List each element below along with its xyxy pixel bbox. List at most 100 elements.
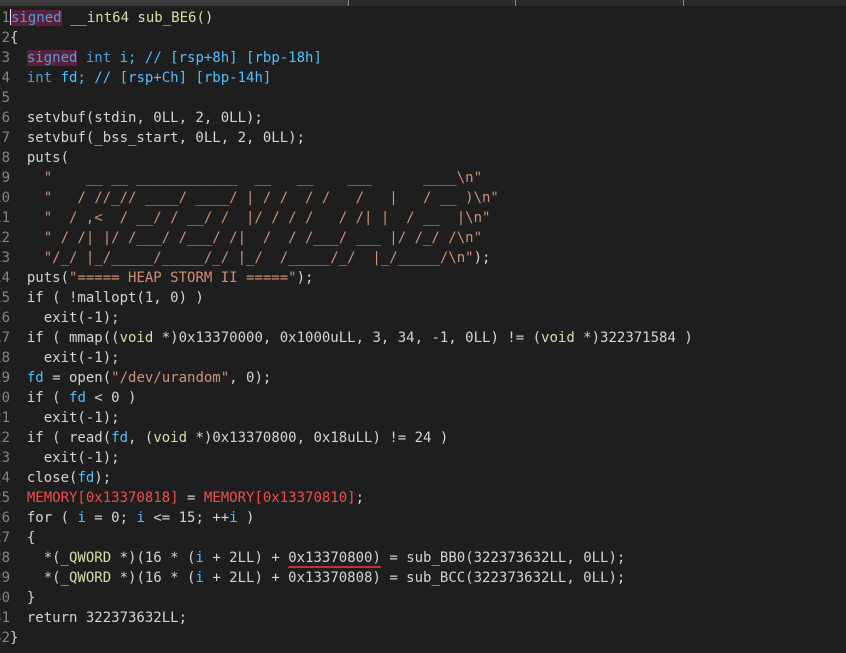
- code-line[interactable]: 7 setvbuf(_bss_start, 0LL, 2, 0LL);: [0, 128, 846, 148]
- code-line[interactable]: 30 }: [0, 588, 846, 608]
- code-token: }: [10, 630, 19, 646]
- code-line[interactable]: 29 *(_QWORD *)(16 * (i + 2LL) + 0x133708…: [0, 568, 846, 588]
- code-token: }: [10, 590, 36, 606]
- code-token: fd: [77, 470, 95, 486]
- line-number: 7: [1, 130, 10, 146]
- code-token: ): [237, 510, 255, 526]
- code-token: puts(: [10, 150, 70, 166]
- code-line[interactable]: 13 "/_/ |_/_____/_____/_/ |_/ /_____/_/ …: [0, 248, 846, 268]
- code-text: " / ,< / __/ / __/ / |/ / / / / /| | / _…: [10, 208, 491, 228]
- code-text: for ( i = 0; i <= 15; ++i ): [10, 508, 255, 528]
- code-token: i: [195, 570, 204, 586]
- code-token: int: [77, 50, 120, 66]
- tab-divider: [515, 0, 516, 6]
- code-token: "/_/ |_/_____/_____/_/ |_/ /_____/_/ |_/…: [10, 250, 474, 266]
- tab-strip: [0, 0, 846, 6]
- code-text: {: [10, 528, 35, 548]
- code-text: if ( read(fd, (void *)0x13370800, 0x18uL…: [10, 428, 448, 448]
- code-token: puts(: [10, 270, 70, 286]
- code-token: "/dev/urandom": [111, 370, 230, 386]
- pseudocode-editor[interactable]: 1signed __int64 sub_BE6() 2{3 signed int …: [0, 0, 846, 653]
- line-number: 16: [0, 310, 10, 326]
- code-line[interactable]: 25 MEMORY[0x13370818] = MEMORY[0x1337081…: [0, 488, 846, 508]
- code-line[interactable]: 9 " __ __ ____________ __ __ ___ ____\n": [0, 168, 846, 188]
- code-token: if ( !mallopt(1, 0) ): [10, 290, 204, 306]
- code-line[interactable]: 5: [0, 88, 846, 108]
- code-line[interactable]: 23 exit(-1);: [0, 448, 846, 468]
- code-lines: 1signed __int64 sub_BE6() 2{3 signed int …: [0, 8, 846, 648]
- line-number: 6: [1, 110, 10, 126]
- code-line[interactable]: 28 *(_QWORD *)(16 * (i + 2LL) + 0x133708…: [0, 548, 846, 568]
- code-token: = sub_BB0(322373632LL, 0LL);: [380, 550, 626, 566]
- code-token: for (: [10, 510, 78, 526]
- code-token: );: [296, 270, 314, 286]
- code-text: exit(-1);: [10, 448, 120, 468]
- code-text: *(_QWORD *)(16 * (i + 2LL) + 0x13370800)…: [10, 548, 626, 568]
- code-token: )0x13370000, 0x1000uLL, 3, 34, -1, 0LL) …: [170, 330, 542, 346]
- code-text: puts("===== HEAP STORM II =====");: [10, 268, 314, 288]
- code-line[interactable]: 3 signed int i; // [rsp+8h] [rbp-18h]: [0, 48, 846, 68]
- code-token: i: [77, 510, 86, 526]
- code-line[interactable]: 21 exit(-1);: [0, 408, 846, 428]
- code-token: *(: [10, 570, 61, 586]
- code-line[interactable]: 10 " / //_// ____/ ____/ | / / / / / | /…: [0, 188, 846, 208]
- code-token: fd: [69, 390, 86, 406]
- code-token: fd: [26, 370, 44, 386]
- code-token: signed: [26, 50, 78, 66]
- code-token: "===== HEAP STORM II =====": [69, 270, 297, 286]
- code-line[interactable]: 32}: [0, 628, 846, 648]
- code-text: setvbuf(_bss_start, 0LL, 2, 0LL);: [10, 128, 305, 148]
- code-line[interactable]: 6 setvbuf(stdin, 0LL, 2, 0LL);: [0, 108, 846, 128]
- line-number: 24: [0, 470, 10, 486]
- line-number: 21: [0, 410, 10, 426]
- code-line[interactable]: 19 fd = open("/dev/urandom", 0);: [0, 368, 846, 388]
- code-line[interactable]: 18 exit(-1);: [0, 348, 846, 368]
- code-line[interactable]: 11 " / ,< / __/ / __/ / |/ / / / / /| | …: [0, 208, 846, 228]
- line-number: 25: [0, 490, 10, 506]
- code-token: <= 15; ++: [144, 510, 230, 526]
- code-token: if ( mmap((: [10, 330, 120, 346]
- code-token: ;: [355, 490, 365, 506]
- code-line[interactable]: 22 if ( read(fd, (void *)0x13370800, 0x1…: [0, 428, 846, 448]
- code-token: " __ __ ____________ __ __ ___ ____\n": [10, 170, 483, 186]
- code-line[interactable]: 16 exit(-1);: [0, 308, 846, 328]
- code-text: setvbuf(stdin, 0LL, 2, 0LL);: [10, 108, 263, 128]
- code-token: = 0;: [85, 510, 137, 526]
- code-line[interactable]: 4 int fd; // [rsp+Ch] [rbp-14h]: [0, 68, 846, 88]
- code-token: i: [136, 510, 145, 526]
- code-token: fd: [111, 430, 129, 446]
- code-line[interactable]: 8 puts(: [0, 148, 846, 168]
- line-number: 32: [0, 630, 10, 646]
- line-number: 27: [0, 530, 10, 546]
- code-text: exit(-1);: [10, 348, 120, 368]
- tab-divider: [683, 0, 684, 6]
- code-line[interactable]: 2{: [0, 28, 846, 48]
- code-line[interactable]: 1signed __int64 sub_BE6(): [0, 8, 846, 28]
- code-line[interactable]: 15 if ( !mallopt(1, 0) ): [0, 288, 846, 308]
- code-line[interactable]: 27 {: [0, 528, 846, 548]
- code-token: exit(-1);: [10, 450, 120, 466]
- code-text: signed int i; // [rsp+8h] [rbp-18h]: [10, 48, 322, 68]
- code-text: }: [10, 588, 35, 608]
- code-text: if ( !mallopt(1, 0) ): [10, 288, 204, 308]
- code-token: )(16 * (: [128, 570, 196, 586]
- code-text: close(fd);: [10, 468, 111, 488]
- code-line[interactable]: 12 " / /| |/ /___/ /___/ /| / / /___/ __…: [0, 228, 846, 248]
- code-token: setvbuf(stdin, 0LL, 2, 0LL);: [10, 110, 263, 126]
- code-line[interactable]: 26 for ( i = 0; i <= 15; ++i ): [0, 508, 846, 528]
- code-line[interactable]: 24 close(fd);: [0, 468, 846, 488]
- code-line[interactable]: 17 if ( mmap((void *)0x13370000, 0x1000u…: [0, 328, 846, 348]
- code-token: ; // [rsp+8h] [rbp-18h]: [128, 50, 322, 66]
- code-token: );: [94, 470, 112, 486]
- code-line[interactable]: 14 puts("===== HEAP STORM II =====");: [0, 268, 846, 288]
- code-line[interactable]: 20 if ( fd < 0 ): [0, 388, 846, 408]
- tab-strip-segment: [0, 0, 348, 6]
- code-text: exit(-1);: [10, 408, 120, 428]
- code-token: MEMORY[0x13370818]: [26, 490, 179, 506]
- code-line[interactable]: 31 return 322373632LL;: [0, 608, 846, 628]
- code-text: "/_/ |_/_____/_____/_/ |_/ /_____/_/ |_/…: [10, 248, 491, 268]
- code-token: i: [195, 550, 204, 566]
